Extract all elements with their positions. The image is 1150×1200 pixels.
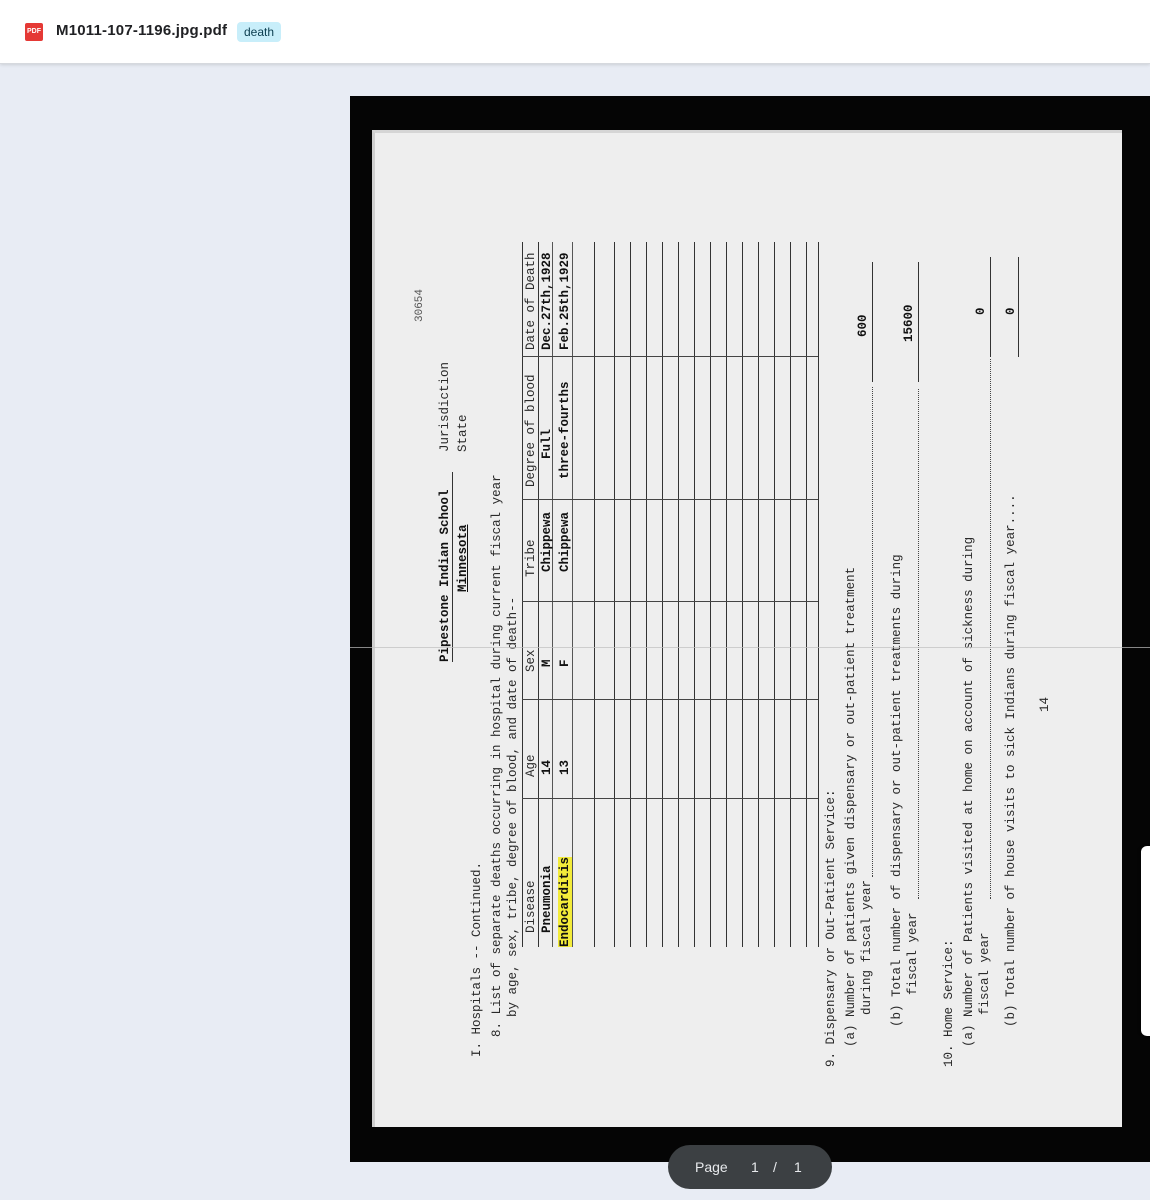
page-indicator[interactable]: Page 1 / 1 [668,1145,832,1189]
header-tribe: Tribe [524,539,538,577]
jurisdiction-label: Jurisdiction [438,361,452,452]
row2-sex: F [558,659,572,667]
category-tag[interactable]: death [237,22,282,42]
item10b-line-rule [1018,257,1019,357]
item9-heading: 9. Dispensary or Out-Patient Service: [824,789,838,1067]
item8-line1: 8. List of separate deaths occurring in … [490,474,504,1037]
row1-degree: Full [540,428,554,459]
state-label: State [456,414,470,452]
page-total: 1 [794,1159,802,1175]
document-content: 30654 Pipestone Indian School Minnesota … [372,130,1122,1127]
top-bar: PDF M1011-107-1196.jpg.pdf death [0,0,1150,64]
section-heading: I. Hospitals -- Continued. [470,861,484,1057]
side-panel-handle[interactable] [1141,846,1150,1036]
item10a-dots [990,359,991,899]
item10-heading: 10. Home Service: [942,939,956,1067]
page-current: 1 [751,1159,759,1175]
header-date-of-death: Date of Death [524,252,538,350]
item10a-line [990,257,991,357]
header-sex: Sex [524,649,538,672]
row1-disease: Pneumonia [540,865,554,933]
row1-date: Dec.27th,1928 [540,252,554,350]
row2-disease: Endocarditis [558,856,572,947]
deaths-table: Disease Age Sex Tribe Degree of blood Da… [522,242,819,947]
item10a-value: 0 [974,307,988,315]
item8-line2: by age, sex, tribe, degree of blood, and… [506,596,520,1017]
row2-tribe: Chippewa [558,511,572,572]
item10a-line1: (a) Number of Patients visited at home o… [962,536,976,1047]
scan-fold-line [350,647,1150,648]
item9b-line [918,262,919,382]
jurisdiction-underline [452,472,453,662]
item9b-line1: (b) Total number of dispensary or out-pa… [890,554,904,1027]
pdf-file-icon: PDF [25,23,43,41]
page-separator: / [773,1159,777,1175]
item9a-line2: during fiscal year [860,879,874,1015]
school-name: Pipestone Indian School [438,489,452,662]
item9a-line1: (a) Number of patients given dispensary … [844,566,858,1047]
header-disease: Disease [524,880,538,933]
item10b-value: 0 [1004,307,1018,315]
row1-age: 14 [540,759,554,775]
item9b-line2: fiscal year [906,912,920,995]
row2-date: Feb.25th,1929 [558,252,572,350]
item10b-line: (b) Total number of house visits to sick… [1004,494,1018,1027]
row2-age: 13 [558,759,572,775]
page-number: 14 [1038,696,1052,712]
item9a-dots [872,387,873,877]
file-name: M1011-107-1196.jpg.pdf [56,22,228,39]
state-value: Minnesota [456,524,470,592]
item9a-line [872,262,873,382]
item9b-dots [918,389,919,899]
page-label: Page [695,1159,728,1175]
stamp-number: 30654 [414,288,426,322]
header-age: Age [524,754,538,777]
header-degree-of-blood: Degree of blood [524,374,538,487]
item10a-line2: fiscal year [978,932,992,1015]
row1-tribe: Chippewa [540,511,554,572]
row1-sex: M [540,659,554,667]
item9b-value: 15600 [902,304,916,342]
row2-degree: three-fourths [558,381,572,479]
item9a-value: 600 [856,314,870,337]
